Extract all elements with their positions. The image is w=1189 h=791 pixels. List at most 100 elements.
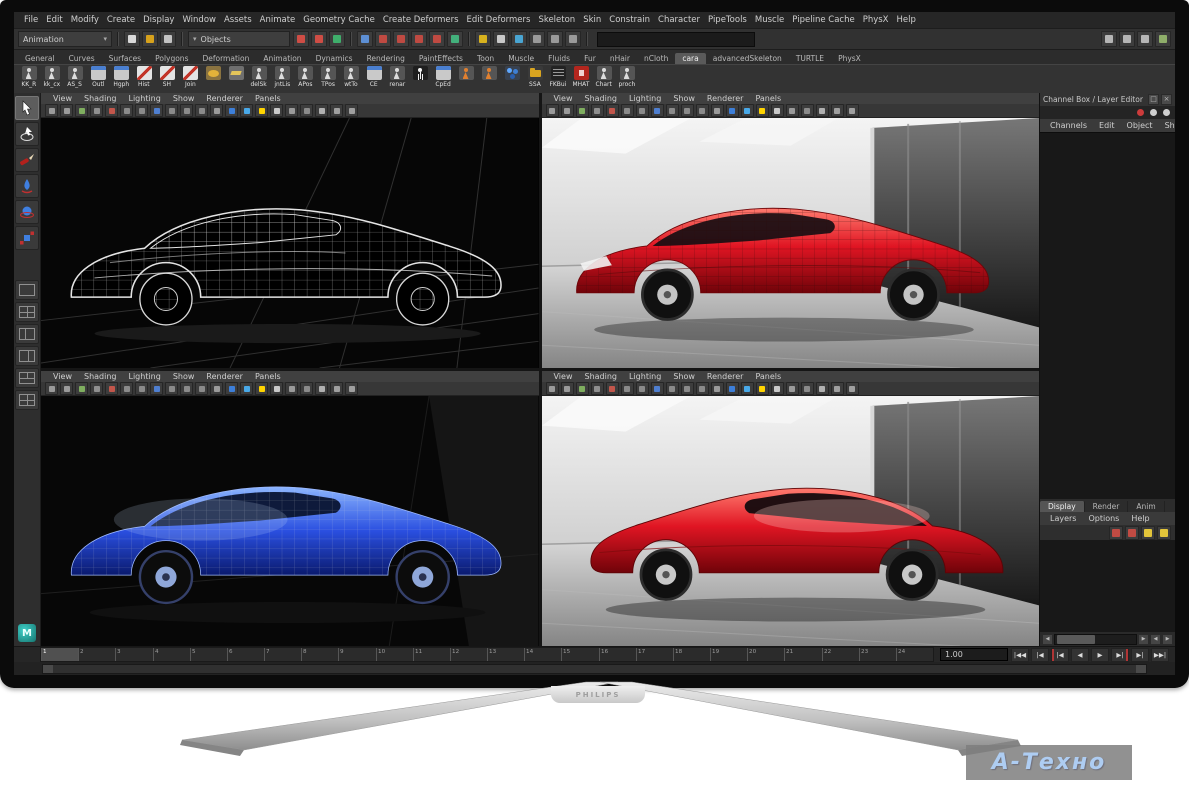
timeline-frame-14[interactable]: 14 bbox=[524, 648, 561, 661]
shelf-item-unnamed-20[interactable] bbox=[478, 66, 500, 80]
panel-menu-lighting[interactable]: Lighting bbox=[623, 372, 667, 381]
go-to-start-button[interactable]: |◀◀ bbox=[1011, 648, 1029, 662]
xray-icon[interactable] bbox=[816, 382, 829, 395]
timeline-frame-2[interactable]: 2 bbox=[78, 648, 115, 661]
snap-to-point-icon[interactable] bbox=[393, 31, 409, 47]
grease-pencil-icon[interactable] bbox=[606, 104, 619, 117]
new-scene-icon[interactable] bbox=[124, 31, 140, 47]
share-icon[interactable] bbox=[345, 104, 358, 117]
shadows-icon[interactable] bbox=[771, 104, 784, 117]
channel-box-menu-channels[interactable]: Channels bbox=[1044, 121, 1093, 130]
attribute-editor-toggle-icon[interactable] bbox=[1101, 31, 1117, 47]
shelf-item-apos[interactable]: APos bbox=[294, 66, 316, 89]
shelf-tab-ncloth[interactable]: nCloth bbox=[637, 53, 675, 64]
menu-character[interactable]: Character bbox=[654, 15, 704, 25]
scrollbar-thumb[interactable] bbox=[1057, 635, 1096, 644]
shelf-tab-turtle[interactable]: TURTLE bbox=[789, 53, 831, 64]
timeline-frame-10[interactable]: 10 bbox=[376, 648, 413, 661]
panel-menu-panels[interactable]: Panels bbox=[749, 94, 787, 103]
timeline-frame-12[interactable]: 12 bbox=[450, 648, 487, 661]
isolate-select-icon[interactable] bbox=[831, 104, 844, 117]
gate-mask-icon[interactable] bbox=[651, 104, 664, 117]
shelf-item-wtto[interactable]: wtTo bbox=[340, 66, 362, 89]
shelf-tab-deformation[interactable]: Deformation bbox=[195, 53, 256, 64]
panel-menu-view[interactable]: View bbox=[548, 94, 579, 103]
shelf-item-unnamed-9[interactable] bbox=[225, 66, 247, 80]
isolate-select-icon[interactable] bbox=[831, 382, 844, 395]
shelf-tab-surfaces[interactable]: Surfaces bbox=[102, 53, 148, 64]
remove-from-layer-icon[interactable] bbox=[1125, 526, 1139, 540]
menu-file[interactable]: File bbox=[20, 15, 42, 25]
panel-menu-show[interactable]: Show bbox=[667, 372, 701, 381]
shelf-tab-fluids[interactable]: Fluids bbox=[541, 53, 577, 64]
shelf-item-sh[interactable]: SH bbox=[156, 66, 178, 89]
menu-window[interactable]: Window bbox=[178, 15, 220, 25]
textured-icon[interactable] bbox=[741, 382, 754, 395]
shelf-item-renar[interactable]: renar bbox=[386, 66, 408, 89]
hypergraph-persp-layout-button[interactable] bbox=[15, 390, 39, 410]
shelf-item-as-s[interactable]: AS_S bbox=[64, 66, 86, 89]
xray-icon[interactable] bbox=[315, 382, 328, 395]
shelf-tab-dynamics[interactable]: Dynamics bbox=[309, 53, 360, 64]
image-plane-icon[interactable] bbox=[576, 104, 589, 117]
shelf-tab-curves[interactable]: Curves bbox=[62, 53, 102, 64]
safe-action-icon[interactable] bbox=[180, 104, 193, 117]
shaded-icon[interactable] bbox=[225, 382, 238, 395]
channel-box-menu-object[interactable]: Object bbox=[1121, 121, 1159, 130]
xray-icon[interactable] bbox=[816, 104, 829, 117]
shelf-item-chart[interactable]: Chart bbox=[593, 66, 615, 89]
screen-space-ao-icon[interactable] bbox=[285, 382, 298, 395]
camera-attributes-icon[interactable] bbox=[45, 104, 58, 117]
resolution-gate-icon[interactable] bbox=[135, 382, 148, 395]
panel-menu-renderer[interactable]: Renderer bbox=[200, 94, 249, 103]
image-plane-icon[interactable] bbox=[576, 382, 589, 395]
panel-menu-shading[interactable]: Shading bbox=[78, 94, 123, 103]
layer-menu-options[interactable]: Options bbox=[1082, 514, 1125, 523]
shelf-item-outl[interactable]: Outl bbox=[87, 66, 109, 89]
pane-scroll-right-button[interactable]: ▶ bbox=[1162, 634, 1173, 645]
safe-title-icon[interactable] bbox=[195, 382, 208, 395]
float-panel-button[interactable]: □ bbox=[1148, 94, 1159, 105]
menu-geometry-cache[interactable]: Geometry Cache bbox=[299, 15, 379, 25]
field-chart-icon[interactable] bbox=[666, 382, 679, 395]
step-back-frame-button[interactable]: |◀ bbox=[1031, 648, 1049, 662]
menu-pipetools[interactable]: PipeTools bbox=[704, 15, 751, 25]
shelf-item-tpos[interactable]: TPos bbox=[317, 66, 339, 89]
play-forwards-button[interactable]: ▶ bbox=[1091, 648, 1109, 662]
timeline-frame-5[interactable]: 5 bbox=[190, 648, 227, 661]
resolution-gate-icon[interactable] bbox=[636, 104, 649, 117]
shelf-item-fkbui[interactable]: FKBui bbox=[547, 66, 569, 89]
play-backwards-button[interactable]: ◀ bbox=[1071, 648, 1089, 662]
resolution-gate-icon[interactable] bbox=[636, 382, 649, 395]
textured-icon[interactable] bbox=[240, 382, 253, 395]
menu-assets[interactable]: Assets bbox=[220, 15, 256, 25]
timeline-frame-7[interactable]: 7 bbox=[264, 648, 301, 661]
bookmarks-icon[interactable] bbox=[60, 382, 73, 395]
wireframe-icon[interactable] bbox=[210, 382, 223, 395]
wireframe-icon[interactable] bbox=[711, 104, 724, 117]
make-live-icon[interactable] bbox=[447, 31, 463, 47]
menu-set-dropdown[interactable]: Animation ▾ bbox=[18, 31, 112, 47]
use-all-lights-icon[interactable] bbox=[756, 382, 769, 395]
select-tool[interactable] bbox=[15, 96, 39, 120]
wireframe-icon[interactable] bbox=[711, 382, 724, 395]
safe-title-icon[interactable] bbox=[195, 104, 208, 117]
panel-menu-renderer[interactable]: Renderer bbox=[701, 372, 750, 381]
image-plane-icon[interactable] bbox=[75, 104, 88, 117]
lock-selection-icon[interactable] bbox=[475, 31, 491, 47]
menu-create-deformers[interactable]: Create Deformers bbox=[379, 15, 463, 25]
shaded-icon[interactable] bbox=[726, 104, 739, 117]
shelf-item-kk-r[interactable]: KK_R bbox=[18, 66, 40, 89]
film-gate-icon[interactable] bbox=[621, 382, 634, 395]
menu-muscle[interactable]: Muscle bbox=[751, 15, 788, 25]
motion-blur-icon[interactable] bbox=[801, 104, 814, 117]
modeling-toolkit-toggle-icon[interactable] bbox=[1155, 31, 1171, 47]
timeline-frame-11[interactable]: 11 bbox=[413, 648, 450, 661]
layer-tab-anim[interactable]: Anim bbox=[1128, 501, 1164, 512]
timeline-frame-16[interactable]: 16 bbox=[599, 648, 636, 661]
bookmarks-icon[interactable] bbox=[561, 382, 574, 395]
panel-menu-shading[interactable]: Shading bbox=[78, 372, 123, 381]
selection-mask-dropdown[interactable]: ▾ Objects bbox=[188, 31, 290, 47]
timeline-frame-21[interactable]: 21 bbox=[784, 648, 821, 661]
shelf-tab-fur[interactable]: Fur bbox=[577, 53, 603, 64]
